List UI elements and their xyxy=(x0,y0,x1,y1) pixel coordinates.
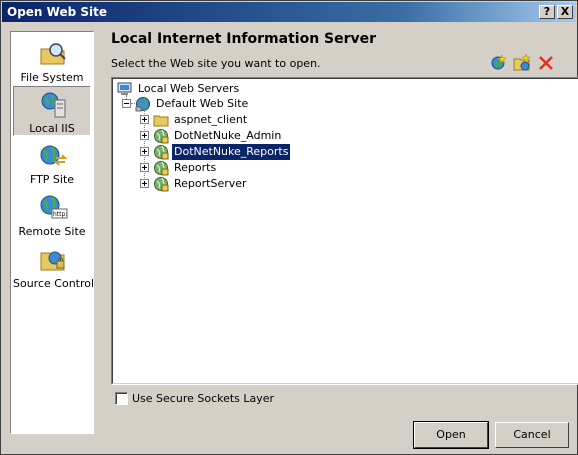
tree-node-label: Reports xyxy=(174,161,217,174)
expand-toggle[interactable] xyxy=(140,115,149,124)
expand-toggle[interactable] xyxy=(140,179,149,188)
sidebar-item-label: Source Control xyxy=(13,277,95,290)
instruction-text: Select the Web site you want to open. xyxy=(111,57,321,70)
open-web-site-dialog: Open Web Site ? X File System Local IIS xyxy=(0,0,578,455)
window-title: Open Web Site xyxy=(7,5,107,19)
help-button[interactable]: ? xyxy=(539,5,555,19)
location-sidebar: File System Local IIS FTP Site http: Rem… xyxy=(10,31,94,434)
folder-icon xyxy=(153,115,169,127)
ssl-checkbox[interactable] xyxy=(115,392,128,405)
globe-ftp-icon xyxy=(40,145,68,166)
web-app-icon xyxy=(154,161,169,176)
sidebar-item-label: Remote Site xyxy=(18,225,86,238)
web-app-icon xyxy=(154,177,169,192)
sidebar-item-label: Local IIS xyxy=(29,122,75,135)
folder-search-icon xyxy=(40,43,66,65)
expand-toggle[interactable] xyxy=(140,147,149,156)
expand-toggle[interactable] xyxy=(140,163,149,172)
sidebar-item-ftp-site[interactable]: FTP Site xyxy=(13,138,91,188)
sidebar-item-label: FTP Site xyxy=(29,173,75,186)
sidebar-item-remote-site[interactable]: http: Remote Site xyxy=(13,190,91,240)
website-tree[interactable]: Local Web Servers Default Web Site aspne… xyxy=(111,77,578,385)
tree-node-label: aspnet_client xyxy=(174,113,248,126)
tree-node-label: ReportServer xyxy=(174,177,247,190)
web-app-icon xyxy=(154,129,169,144)
cancel-button[interactable]: Cancel xyxy=(495,422,569,448)
tree-node-label: DotNetNuke_Reports xyxy=(170,143,292,161)
globe-http-icon: http: xyxy=(40,195,68,219)
create-web-application-icon[interactable] xyxy=(489,54,507,72)
collapse-toggle[interactable] xyxy=(122,99,131,108)
create-virtual-directory-icon[interactable] xyxy=(513,54,531,72)
sidebar-item-label: File System xyxy=(20,71,84,84)
open-button[interactable]: Open xyxy=(413,421,489,449)
svg-text:http:: http: xyxy=(53,211,67,218)
sidebar-item-source-control[interactable]: Source Control xyxy=(13,242,95,292)
web-app-icon xyxy=(154,145,169,160)
delete-icon[interactable] xyxy=(537,54,555,72)
ssl-checkbox-label[interactable]: Use Secure Sockets Layer xyxy=(132,392,274,405)
expand-toggle[interactable] xyxy=(140,131,149,140)
sidebar-item-file-system[interactable]: File System xyxy=(13,36,91,86)
tree-node-label: Default Web Site xyxy=(156,97,249,110)
web-site-globe-icon xyxy=(135,97,150,112)
globe-server-icon xyxy=(41,92,66,118)
page-title: Local Internet Information Server xyxy=(111,31,377,47)
sidebar-item-local-iis[interactable]: Local IIS xyxy=(13,86,91,136)
source-control-icon xyxy=(40,251,65,271)
tree-frame: Local Web Servers Default Web Site aspne… xyxy=(112,78,578,384)
computer-icon xyxy=(117,82,132,95)
tree-node-label: DotNetNuke_Admin xyxy=(174,129,282,142)
tree-node-label: Local Web Servers xyxy=(138,82,240,95)
close-button[interactable]: X xyxy=(557,5,573,19)
title-bar: Open Web Site ? X xyxy=(2,2,576,22)
